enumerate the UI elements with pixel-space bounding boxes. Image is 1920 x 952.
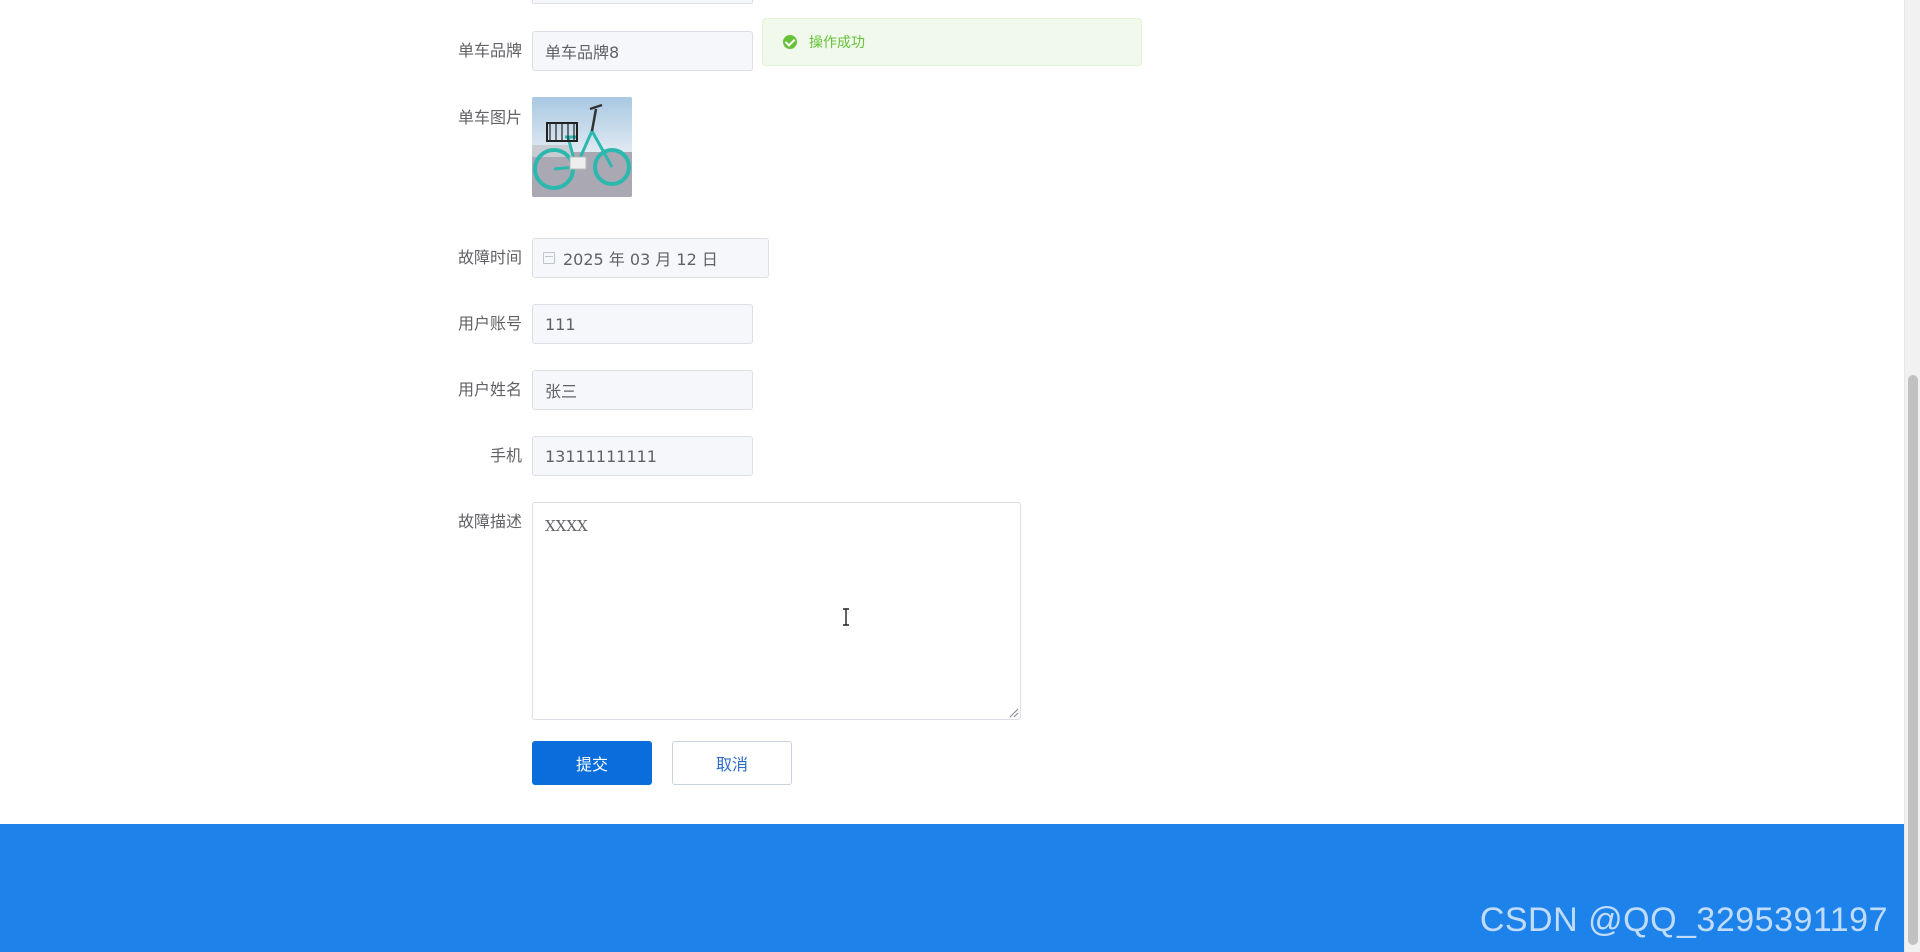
brand-field: 单车品牌8 — [532, 31, 753, 71]
fault-time-field: 2025 年 03 月 12 日 — [532, 238, 769, 278]
user-account-label: 用户账号 — [457, 314, 522, 333]
text-cursor-icon — [843, 608, 849, 626]
user-name-field: 张三 — [532, 370, 753, 410]
brand-label: 单车品牌 — [457, 41, 522, 60]
description-textarea[interactable] — [532, 502, 1021, 720]
user-name-label: 用户姓名 — [457, 380, 522, 399]
fault-time-value: 2025 年 03 月 12 日 — [563, 250, 718, 269]
watermark-text: CSDN @QQ_3295391197 — [1479, 901, 1888, 939]
page-footer: CSDN @QQ_3295391197 — [0, 824, 1904, 952]
user-account-field: 111 — [532, 304, 753, 344]
check-circle-icon — [783, 35, 797, 49]
phone-field: 13111111111 — [532, 436, 753, 476]
cancel-button[interactable]: 取消 — [672, 741, 792, 785]
description-label: 故障描述 — [457, 512, 522, 531]
previous-field-edge — [532, 0, 753, 4]
vertical-scrollbar[interactable] — [1904, 0, 1920, 952]
fault-time-label: 故障时间 — [457, 248, 522, 267]
resize-grip-icon[interactable] — [1009, 708, 1019, 718]
toast-message: 操作成功 — [809, 35, 865, 51]
success-toast: 操作成功 — [762, 18, 1142, 66]
bike-picture[interactable] — [532, 97, 632, 197]
scrollbar-thumb[interactable] — [1908, 375, 1918, 945]
calendar-icon — [543, 252, 555, 264]
submit-button[interactable]: 提交 — [532, 741, 652, 785]
phone-label: 手机 — [489, 446, 522, 465]
picture-label: 单车图片 — [457, 108, 522, 127]
